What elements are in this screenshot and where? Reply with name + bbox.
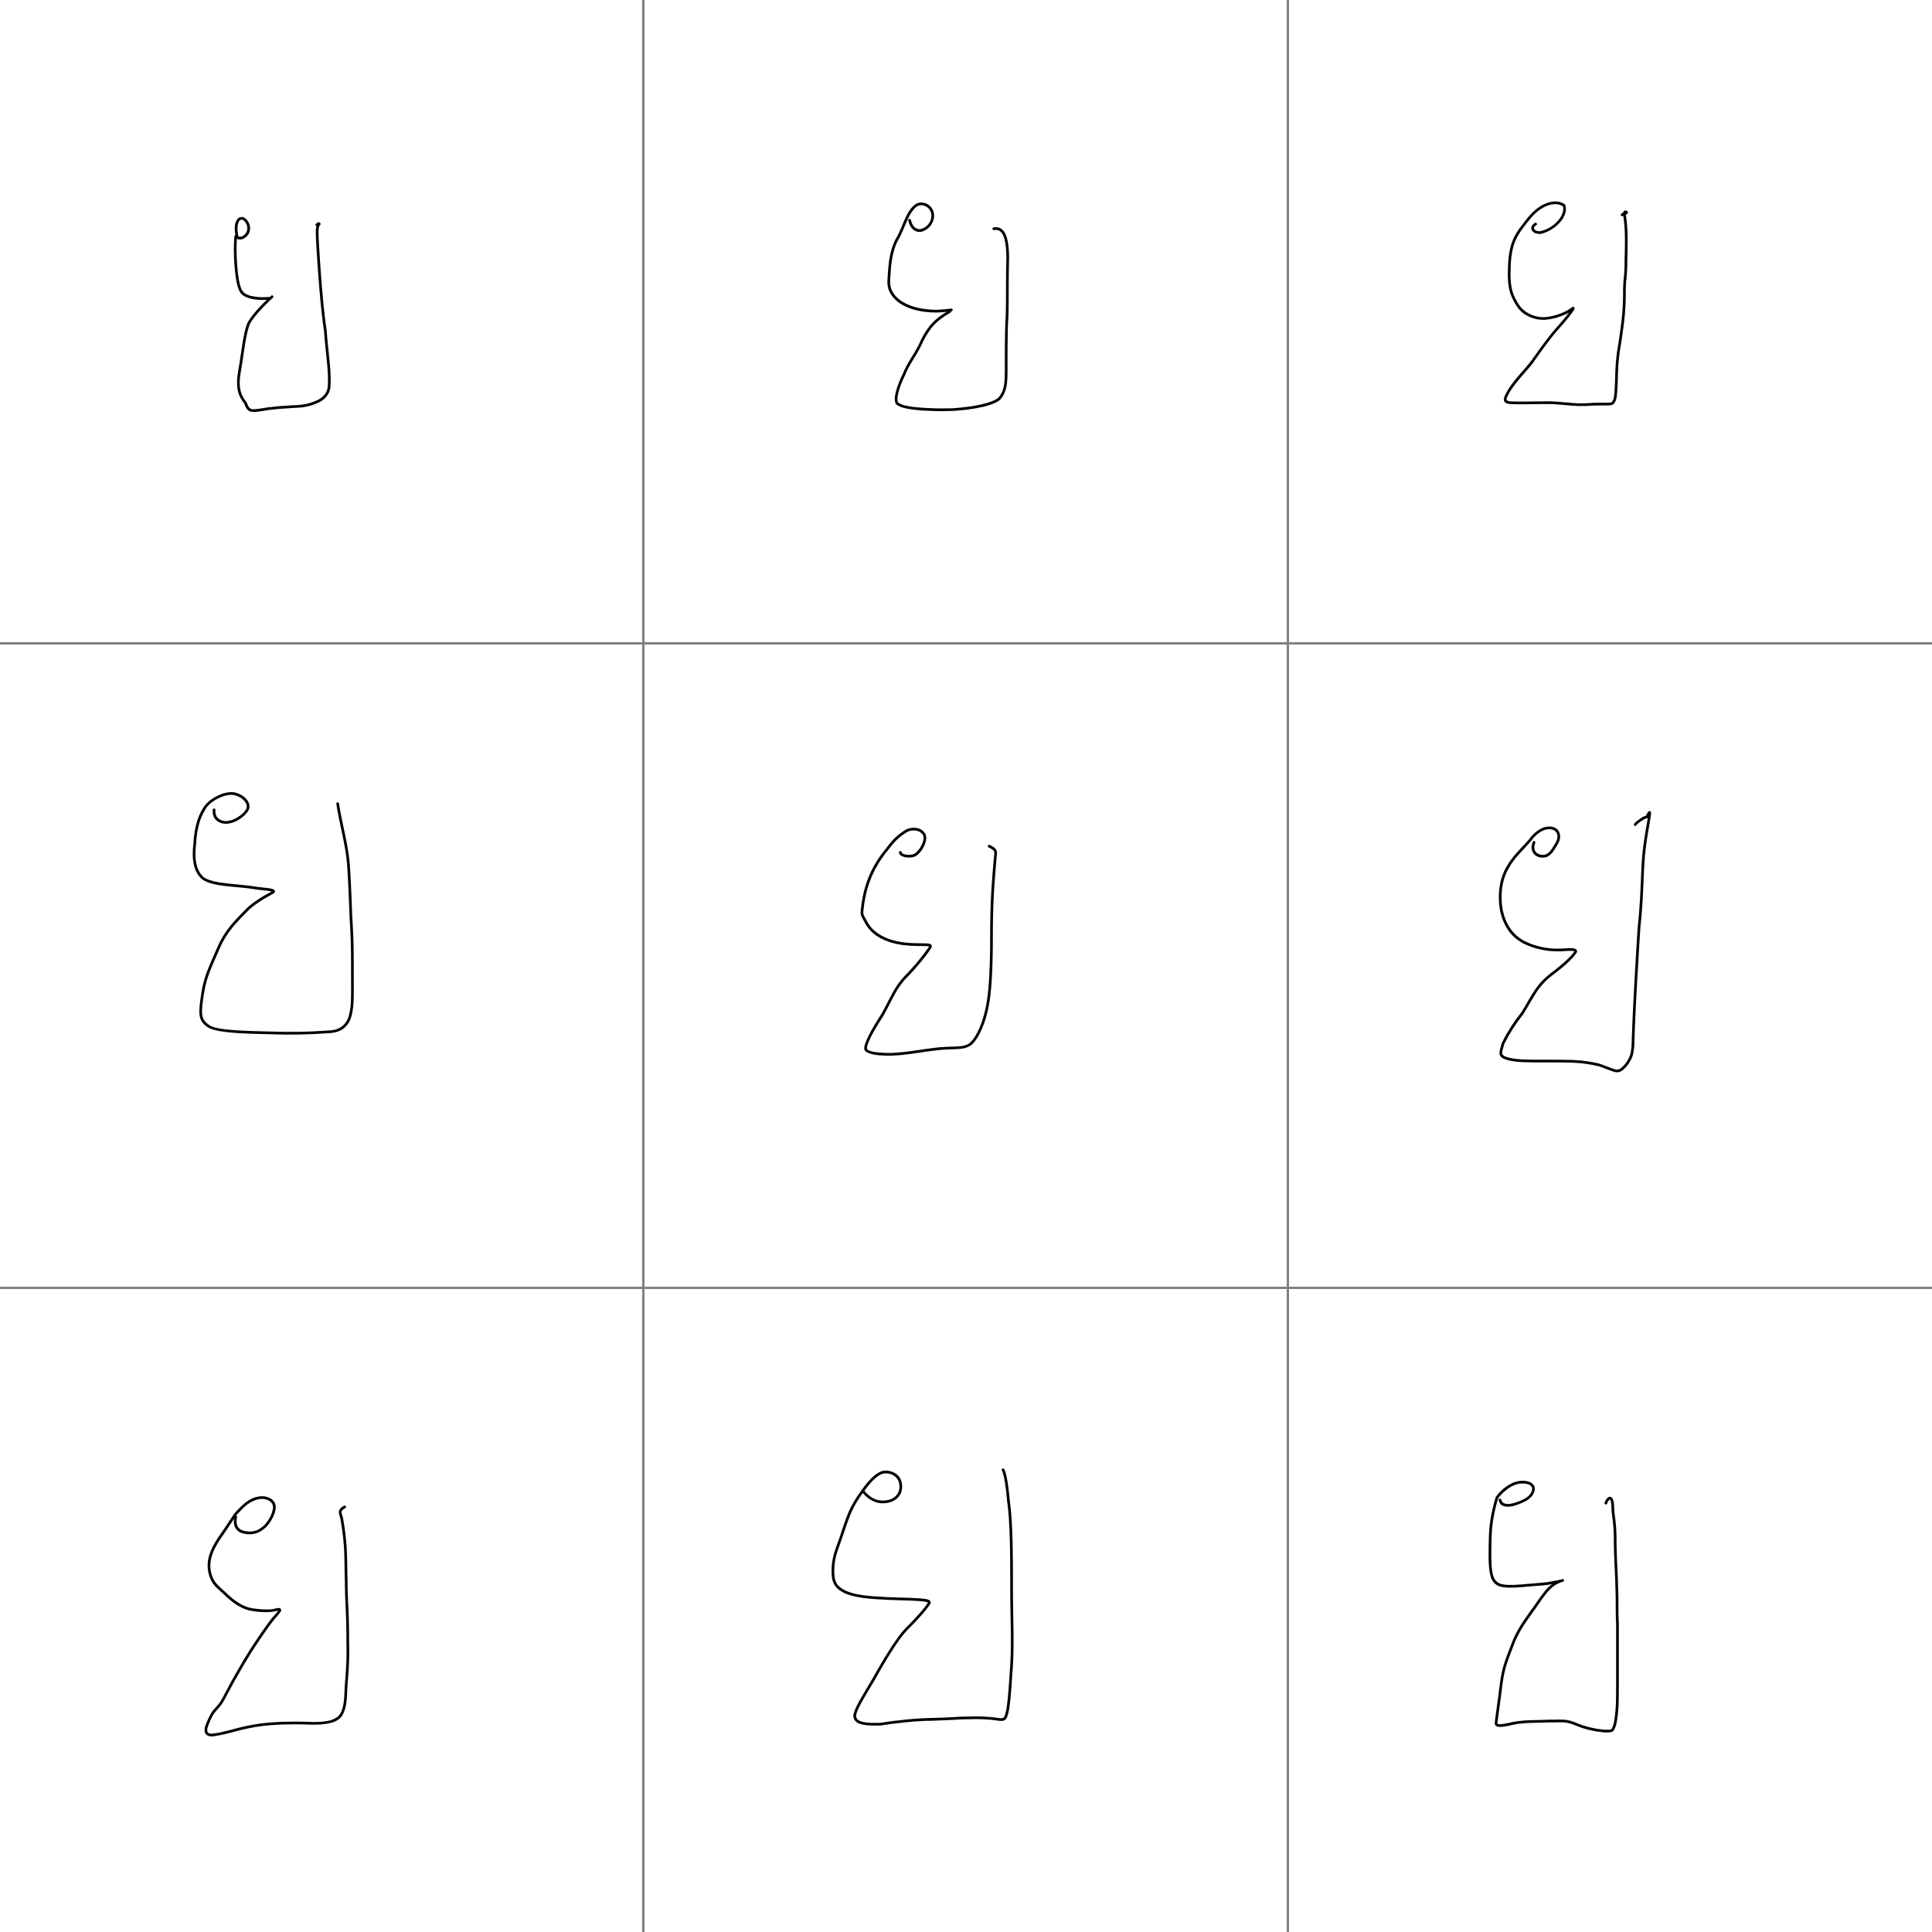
glyph-sample-r3c2 (832, 1468, 1014, 1726)
glyph-sample-r2c1 (192, 792, 354, 1035)
glyph-sample-r3c1 (204, 1496, 349, 1736)
grid-divider-vertical (642, 0, 645, 1932)
grid-divider-vertical (1287, 0, 1289, 1932)
glyph-sample-r1c2 (887, 202, 1009, 411)
grid-divider-horizontal (0, 642, 1932, 645)
glyph-sample-r3c3 (1488, 1481, 1619, 1733)
glyph-sample-grid (0, 0, 1932, 1932)
glyph-sample-r2c2 (860, 828, 998, 1056)
grid-divider-horizontal (0, 1287, 1932, 1289)
glyph-sample-r1c3 (1504, 201, 1628, 406)
glyph-canvas (192, 201, 1651, 1736)
glyph-sample-r1c1 (233, 216, 331, 413)
glyph-sample-r2c3 (1498, 811, 1651, 1073)
